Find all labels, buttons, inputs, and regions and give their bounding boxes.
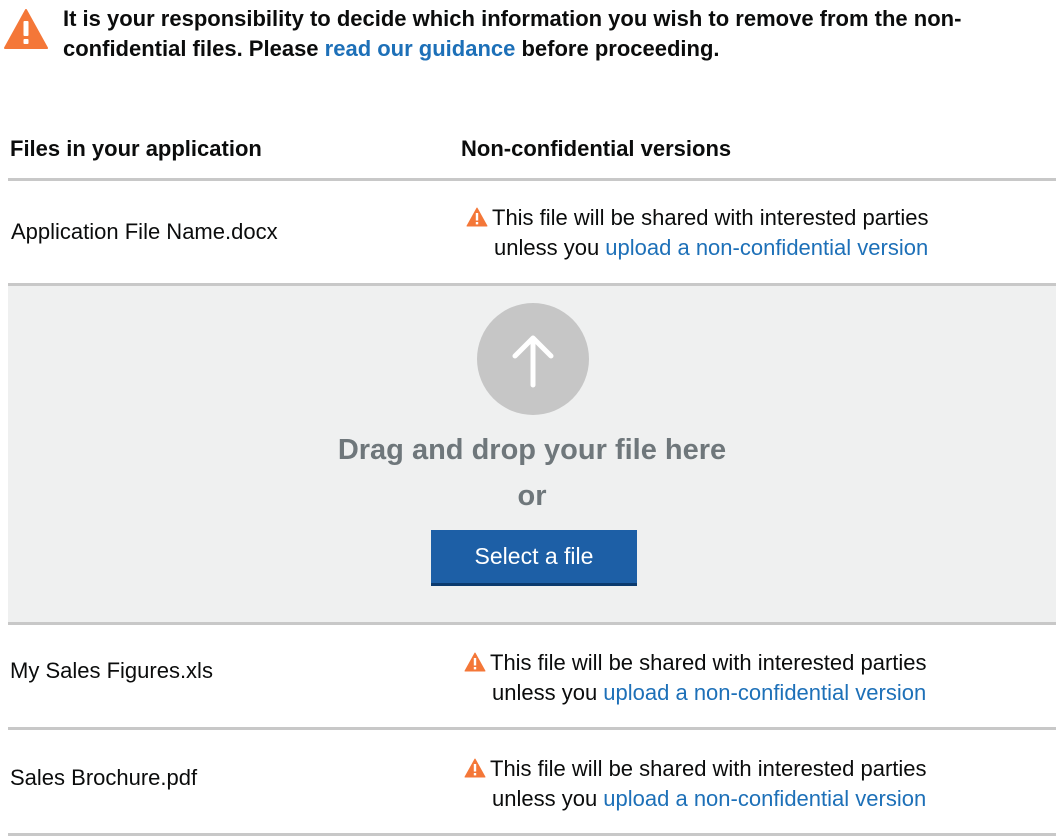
column-header-non-confidential: Non-confidential versions xyxy=(461,136,732,161)
status-text: This file will be shared with interested… xyxy=(490,650,927,675)
warning-text: It is your responsibility to decide whic… xyxy=(63,4,1043,64)
upload-non-confidential-link[interactable]: upload a non-confidential version xyxy=(605,235,928,260)
status-prefix: unless you xyxy=(492,786,604,811)
warning-notice: It is your responsibility to decide whic… xyxy=(0,0,1056,80)
status-text: This file will be shared with interested… xyxy=(490,756,927,781)
file-status: This file will be shared with interested… xyxy=(466,203,1046,263)
file-status: This file will be shared with interested… xyxy=(464,648,1044,708)
status-text: This file will be shared with interested… xyxy=(492,205,929,230)
status-prefix: unless you xyxy=(492,680,604,705)
dropzone-or: or xyxy=(517,480,547,512)
status-prefix: unless you xyxy=(494,235,606,260)
file-status: This file will be shared with interested… xyxy=(464,754,1044,814)
table-row: My Sales Figures.xls This file will be s… xyxy=(0,625,1056,727)
warning-triangle-icon xyxy=(4,9,48,49)
table-header: Files in your application Non-confidenti… xyxy=(0,132,1056,180)
file-name: Sales Brochure.pdf xyxy=(10,765,198,790)
warning-text-end: before proceeding. xyxy=(515,36,720,61)
upload-non-confidential-link[interactable]: upload a non-confidential version xyxy=(603,786,926,811)
table-row: Application File Name.docx This file wil… xyxy=(0,181,1056,283)
warning-icon xyxy=(466,207,488,227)
guidance-link[interactable]: read our guidance xyxy=(325,36,516,61)
file-dropzone[interactable]: Drag and drop your file here or Select a… xyxy=(8,286,1056,623)
warning-icon xyxy=(464,758,486,778)
select-file-button[interactable]: Select a file xyxy=(431,530,637,586)
dropzone-title: Drag and drop your file here xyxy=(337,434,727,466)
upload-non-confidential-link[interactable]: upload a non-confidential version xyxy=(603,680,926,705)
file-name: My Sales Figures.xls xyxy=(10,658,213,683)
warning-icon xyxy=(464,652,486,672)
column-header-files: Files in your application xyxy=(10,136,262,161)
table-row: Sales Brochure.pdf This file will be sha… xyxy=(0,730,1056,832)
file-name: Application File Name.docx xyxy=(11,219,278,244)
upload-arrow-icon xyxy=(477,303,589,415)
row-divider xyxy=(8,833,1056,836)
